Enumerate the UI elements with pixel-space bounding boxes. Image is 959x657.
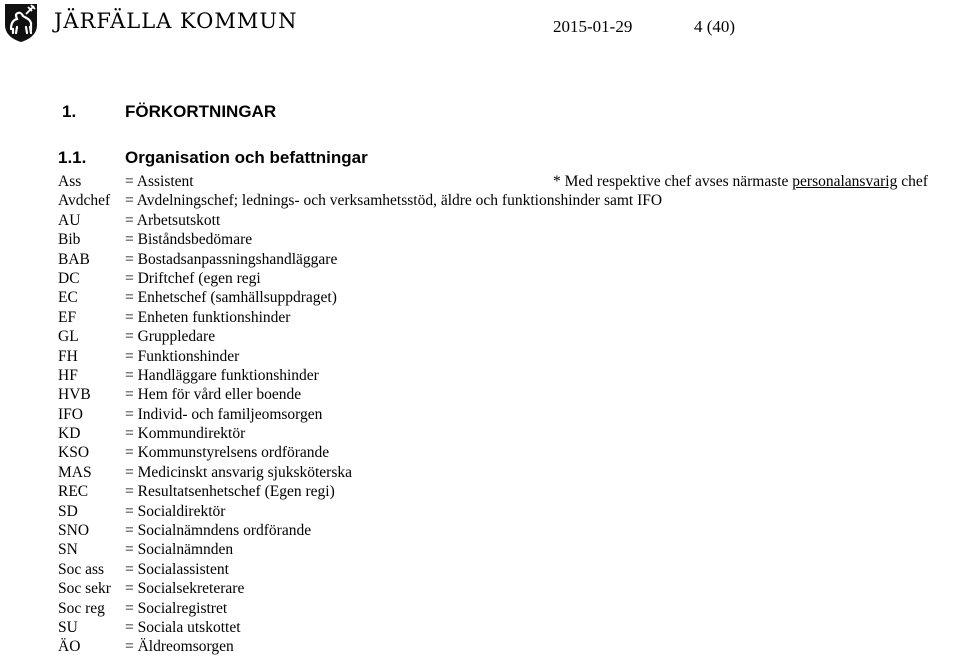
section-title: FÖRKORTNINGAR (125, 102, 277, 121)
document-date: 2015-01-29 (553, 17, 633, 36)
abbreviation-row: IFO = Individ- och familjeomsorgen (58, 405, 662, 424)
abbreviation-definition: = Funktionshinder (125, 347, 240, 365)
abbreviation-definition: = Kommundirektör (125, 425, 246, 443)
abbreviation-row: Avdchef = Avdelningschef; lednings- och v… (58, 191, 662, 210)
abbreviation-row: MAS = Medicinskt ansvarig sjuksköterska (58, 463, 662, 482)
abbreviation-row: Ass = Assistent (58, 172, 662, 191)
abbreviation: BAB (58, 250, 90, 268)
abbreviation-row: DC = Driftchef (egen regi (58, 269, 662, 288)
abbreviation-definition: = Enheten funktionshinder (125, 308, 291, 326)
abbreviation-definition: = Socialdirektör (125, 502, 226, 520)
abbreviation-row: SN = Socialnämnden (58, 540, 662, 559)
abbreviation-row: EC = Enhetschef (samhällsuppdraget) (58, 288, 662, 307)
abbreviation-definition: = Socialregistret (125, 599, 228, 617)
abbreviation-row: SD = Socialdirektör (58, 502, 662, 521)
abbreviation-definition: = Assistent (125, 173, 194, 190)
abbreviation: Soc ass (58, 560, 105, 578)
abbreviation: KD (58, 425, 81, 443)
abbreviation: MAS (58, 463, 92, 481)
abbreviation: SNO (58, 522, 90, 540)
abbreviation-row: KSO = Kommunstyrelsens ordförande (58, 443, 662, 462)
abbreviation-row: GL = Gruppledare (58, 327, 662, 346)
abbreviation-definition: = Bostadsanpassningshandläggare (125, 250, 338, 268)
abbreviation: HVB (58, 386, 91, 404)
abbreviation: SU (58, 618, 78, 636)
abbreviation-definition: = Sociala utskottet (125, 618, 241, 636)
abbreviation-definition: = Avdelningschef; lednings- och verksamh… (125, 192, 663, 210)
abbreviation-row: BAB = Bostadsanpassningshandläggare (58, 250, 662, 269)
abbreviation: SN (58, 541, 78, 559)
abbreviation-row: EF = Enheten funktionshinder (58, 308, 662, 327)
abbreviation-definition: = Biståndsbedömare (125, 231, 253, 249)
abbreviation-row: KD = Kommundirektör (58, 424, 662, 443)
abbreviation-definition: = Hem för vård eller boende (125, 386, 302, 404)
abbreviation: SD (58, 502, 78, 520)
abbreviation-row: Soc reg = Socialregistret (58, 599, 662, 618)
abbreviation-row: HVB = Hem för vård eller boende (58, 385, 662, 404)
abbreviation: AU (58, 211, 81, 229)
abbreviation-row: SU = Sociala utskottet (58, 618, 662, 637)
abbreviation: DC (58, 269, 80, 287)
abbreviation-definition: = Individ- och familjeomsorgen (125, 405, 323, 423)
abbreviation: Bib (58, 231, 81, 249)
abbreviation: EC (58, 289, 78, 307)
page-number: 4 (40) (694, 17, 736, 36)
abbreviation-row: Soc ass = Socialassistent (58, 560, 662, 579)
abbreviation: IFO (58, 405, 83, 423)
abbreviation-row: REC = Resultatsenhetschef (Egen regi) (58, 482, 662, 501)
abbreviation-definition: = Enhetschef (samhällsuppdraget) (125, 289, 337, 307)
abbreviation: Avdchef (58, 192, 111, 210)
abbreviation-definition: = Resultatsenhetschef (Egen regi) (125, 483, 335, 501)
abbreviation-row: AU = Arbetsutskott (58, 211, 662, 230)
section-heading: 1. FÖRKORTNINGAR (62, 102, 276, 122)
abbreviation: Ass (58, 173, 82, 190)
abbreviation: GL (58, 328, 79, 346)
abbreviation-definition: = Socialnämndens ordförande (125, 522, 312, 540)
abbreviation: HF (58, 366, 78, 384)
footnote-underlined-term: personalansvarig (792, 173, 898, 190)
abbreviation-definition: = Handläggare funktionshinder (125, 366, 319, 384)
abbreviation-row: Soc sekr = Socialsekreterare (58, 579, 662, 598)
abbreviation: KSO (58, 444, 90, 462)
municipality-logo: JÄRFÄLLA KOMMUN (4, 3, 297, 43)
footnote-suffix: chef (897, 173, 928, 190)
abbreviation-definition: = Socialassistent (125, 560, 229, 578)
abbreviation-row: FH = Funktionshinder (58, 347, 662, 366)
subsection-heading: 1.1. Organisation och befattningar (58, 148, 368, 168)
section-number: 1. (62, 102, 77, 121)
abbreviation-definition: = Socialnämnden (125, 541, 234, 559)
abbreviation-definition: = Kommunstyrelsens ordförande (125, 444, 330, 462)
abbreviation-definition: = Socialsekreterare (125, 580, 245, 598)
abbreviation: REC (58, 483, 89, 501)
org-name: JÄRFÄLLA KOMMUN (54, 9, 298, 33)
abbreviation-row: HF = Handläggare funktionshinder (58, 366, 662, 385)
abbreviation: Soc sekr (58, 580, 111, 598)
abbreviation-definition: = Arbetsutskott (125, 211, 221, 229)
subsection-title: Organisation och befattningar (125, 148, 368, 167)
abbreviation-definition: = Driftchef (egen regi (125, 269, 261, 287)
abbreviation-list: Ass = Assistent Avdchef = Avdelningschef; l… (58, 172, 662, 657)
abbreviation-definition: = Medicinskt ansvarig sjuksköterska (125, 463, 352, 481)
abbreviation-row: SNO = Socialnämndens ordförande (58, 521, 662, 540)
abbreviation: FH (58, 347, 78, 365)
abbreviation: EF (58, 308, 77, 326)
abbreviation-row: Bib = Biståndsbedömare (58, 230, 662, 249)
abbreviation: Soc reg (58, 599, 105, 617)
coat-of-arms-shield-icon (5, 4, 37, 42)
abbreviation-definition: = Gruppledare (125, 328, 216, 346)
subsection-number: 1.1. (58, 148, 87, 167)
